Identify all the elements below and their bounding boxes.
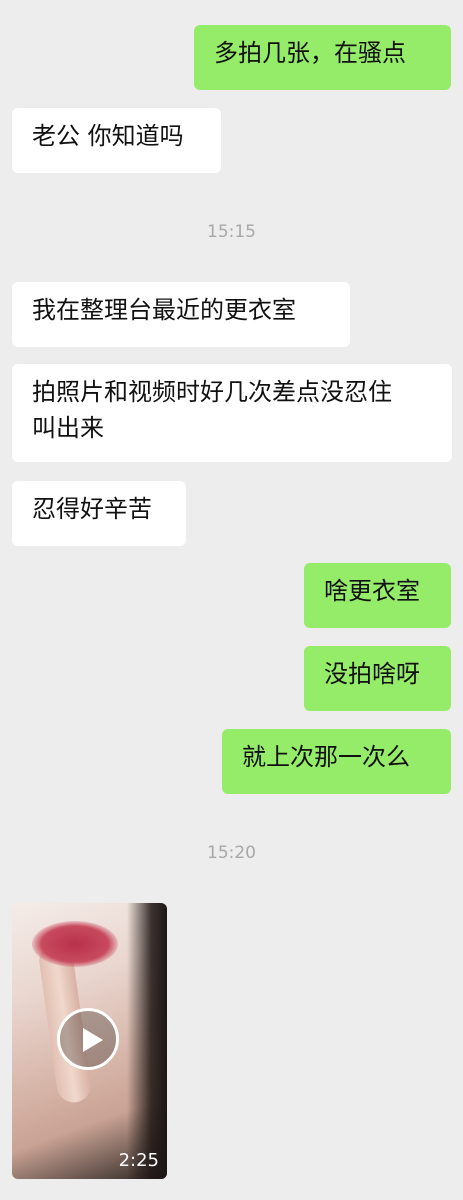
message-bubble-incoming[interactable]: 我在整理台最近的更衣室 — [12, 282, 350, 347]
message-bubble-outgoing[interactable]: 就上次那一次么 — [222, 729, 451, 794]
video-message[interactable]: 2:25 — [12, 903, 167, 1179]
timestamp: 15:15 — [207, 222, 256, 242]
message-bubble-outgoing[interactable]: 没拍啥呀 — [304, 646, 451, 711]
message-bubble-incoming[interactable]: 拍照片和视频时好几次差点没忍住 叫出来 — [12, 364, 452, 462]
play-icon[interactable] — [57, 1008, 119, 1070]
message-bubble-outgoing[interactable]: 啥更衣室 — [304, 563, 451, 628]
chat-view[interactable]: 多拍几张，在骚点 老公 你知道吗 15:15 我在整理台最近的更衣室 拍照片和视… — [0, 0, 463, 1200]
video-duration: 2:25 — [118, 1150, 159, 1171]
video-thumbnail-lips — [32, 921, 118, 967]
message-bubble-incoming[interactable]: 老公 你知道吗 — [12, 108, 221, 173]
video-thumbnail-hair — [127, 903, 167, 1179]
message-bubble-outgoing[interactable]: 多拍几张，在骚点 — [194, 25, 451, 90]
timestamp: 15:20 — [207, 843, 256, 863]
message-bubble-incoming[interactable]: 忍得好辛苦 — [12, 481, 186, 546]
